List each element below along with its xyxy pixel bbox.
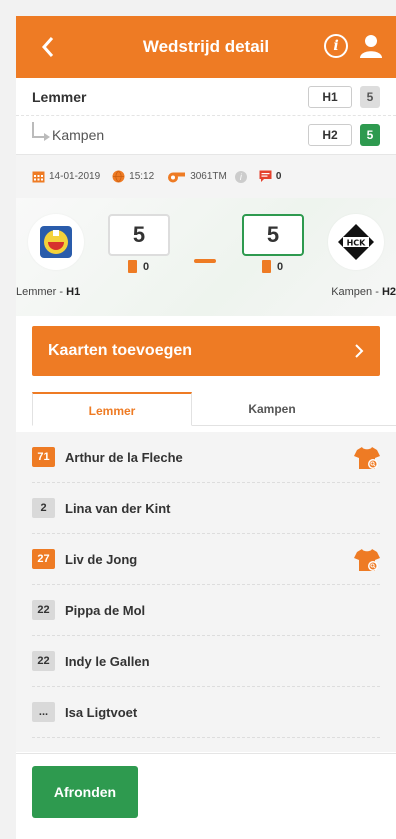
shirt-icon[interactable]: [354, 445, 380, 471]
player-name: Pippa de Mol: [65, 602, 146, 618]
shirt-icon[interactable]: [354, 547, 380, 573]
player-row[interactable]: 2 Lina van der Kint: [32, 483, 380, 534]
away-card-value: 0: [277, 260, 284, 273]
player-name: Indy le Gallen: [65, 653, 150, 669]
add-cards-label: Kaarten toevoegen: [48, 342, 193, 359]
comment-count: 0: [275, 171, 282, 182]
away-card-count: 0: [262, 260, 283, 273]
player-list: 71 Arthur de la Fleche 2 Lina van der Kint 2…: [16, 432, 396, 752]
add-cards-button[interactable]: Kaarten toevoegen: [32, 326, 380, 376]
away-team-crest: HCK: [338, 224, 374, 260]
subordinate-arrow-icon: [32, 122, 50, 141]
back-button[interactable]: [28, 27, 68, 67]
home-team-label-name: Lemmer -: [16, 286, 67, 298]
away-team-label-name: Kampen -: [331, 286, 382, 298]
home-team-name: Lemmer: [32, 88, 87, 105]
chevron-left-icon: [41, 37, 54, 57]
match-meta: 14-01-2019 15:12 3061TM i 0: [16, 154, 396, 198]
player-row[interactable]: 22 Pippa de Mol: [32, 585, 380, 636]
away-team-score: 5: [360, 124, 380, 146]
home-card-count: 0: [128, 260, 149, 273]
tab-lemmer[interactable]: Lemmer: [32, 392, 192, 426]
match-date: 14-01-2019: [49, 171, 101, 182]
home-team-label: Lemmer - H1: [16, 286, 80, 298]
footer: Afronden: [16, 753, 396, 839]
finish-button[interactable]: Afronden: [32, 766, 138, 818]
home-card-value: 0: [143, 260, 150, 273]
home-team-label-tag: H1: [66, 286, 81, 298]
player-row[interactable]: ... Isa Ligtvoet: [32, 687, 380, 738]
home-team-score: 5: [360, 85, 380, 108]
card-icon: [128, 260, 137, 273]
player-number: ...: [32, 702, 55, 722]
calendar-icon: [32, 171, 45, 183]
app: Wedstrijd detail i Lemmer H1 5 Kampen H2…: [16, 16, 396, 839]
player-number: 22: [32, 600, 55, 620]
tab-kampen[interactable]: Kampen: [192, 392, 352, 425]
top-bar: Wedstrijd detail i: [16, 16, 396, 78]
home-team-logo: [28, 214, 84, 270]
player-number: 22: [32, 651, 55, 671]
player-name: Liv de Jong: [65, 551, 138, 567]
ball-icon: [112, 170, 125, 183]
info-icon[interactable]: i: [324, 34, 348, 58]
away-team-name: Kampen: [52, 127, 105, 143]
player-row[interactable]: 71 Arthur de la Fleche: [32, 432, 380, 483]
home-team-row: Lemmer H1 5: [16, 78, 396, 116]
comment-icon[interactable]: [259, 170, 272, 183]
player-name: Lina van der Kint: [65, 500, 171, 516]
score-separator: [194, 259, 216, 263]
player-number: 27: [32, 549, 55, 569]
match-time: 15:12: [129, 171, 155, 182]
player-row[interactable]: 22 Indy le Gallen: [32, 636, 380, 687]
away-big-score: 5: [242, 214, 304, 256]
referee-info-icon[interactable]: i: [234, 170, 247, 183]
player-number: 2: [32, 498, 55, 518]
home-team-tag: H1: [308, 85, 352, 108]
player-row[interactable]: 27 Liv de Jong: [32, 534, 380, 585]
away-team-tag: H2: [308, 124, 352, 146]
svg-text:HCK: HCK: [347, 239, 367, 248]
away-team-label-tag: H2: [381, 286, 396, 298]
chevron-right-icon: [355, 344, 364, 358]
away-team-label: Kampen - H2: [331, 286, 396, 298]
referee-code: 3061TM: [190, 171, 227, 182]
player-name: Arthur de la Fleche: [65, 449, 183, 465]
team-tabs: Lemmer Kampen: [32, 392, 396, 426]
player-number: 71: [32, 447, 55, 467]
home-team-crest: [40, 226, 72, 258]
away-team-row: Kampen H2 5: [16, 116, 396, 154]
card-icon: [262, 260, 271, 273]
user-icon[interactable]: [358, 33, 384, 59]
whistle-icon: [168, 172, 186, 183]
scoreboard: 5 0 5 0 HCK Lemmer - H1 Kampen - H2: [16, 198, 396, 316]
player-name: Isa Ligtvoet: [65, 704, 138, 720]
away-team-logo: HCK: [328, 214, 384, 270]
home-big-score: 5: [108, 214, 170, 256]
